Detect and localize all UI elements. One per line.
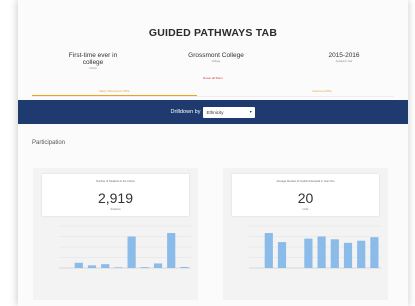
- bar: [87, 265, 97, 269]
- tab-early-momentum[interactable]: Early Momentum KPIs: [32, 87, 197, 96]
- page-title: GUIDED PATHWAYS TAB: [148, 27, 278, 39]
- bar: [180, 266, 189, 268]
- kpi-title: Number of Students in the Cohort: [96, 180, 135, 183]
- reset-filters-link[interactable]: Reset all filters: [18, 76, 408, 80]
- bar: [153, 263, 163, 268]
- filter-cohort-value: First-time ever in college: [68, 52, 118, 66]
- filter-college[interactable]: Grossmont College College: [181, 52, 251, 63]
- filter-cohort[interactable]: First-time ever in college Cohort: [58, 52, 128, 70]
- chevron-down-icon: ▼: [249, 110, 253, 114]
- kpi-title: Average Number of Credits Attempted in Y…: [276, 180, 335, 183]
- tab-outcome[interactable]: Outcome KPIs: [252, 87, 392, 95]
- bar: [101, 264, 110, 268]
- filter-academic-year-value: 2015-2016: [328, 52, 360, 59]
- drilldown-bar: Drilldown by Ethnicity ▼: [18, 100, 408, 124]
- kpi-header: Number of Students in the Cohort 2,919 S…: [42, 174, 189, 216]
- drilldown-selected-value: Ethnicity: [206, 109, 224, 115]
- filter-academic-year-label: Academic Year: [335, 60, 353, 63]
- section-title: Participation: [32, 140, 66, 146]
- tab-bar: Early Momentum KPIs Outcome KPIs: [32, 87, 394, 97]
- drilldown-select[interactable]: Ethnicity ▼: [203, 106, 256, 118]
- bar: [317, 236, 326, 268]
- filter-cohort-label: Cohort: [89, 67, 97, 70]
- bar-chart: [59, 225, 191, 269]
- kpi-value: 20: [297, 190, 314, 206]
- kpi-unit: Students: [110, 208, 121, 211]
- kpi-header: Average Number of Credits Attempted in Y…: [232, 174, 379, 216]
- bar: [140, 267, 149, 269]
- bar: [370, 237, 379, 268]
- dashboard-frame: GUIDED PATHWAYS TAB First-time ever in c…: [18, 0, 408, 306]
- bar-chart: [249, 225, 381, 269]
- kpi-value: 2,919: [97, 190, 134, 206]
- filter-college-value: Grossmont College: [188, 52, 244, 59]
- kpi-unit: Units: [302, 208, 309, 211]
- card-avg-credits-attempted: Average Number of Credits Attempted in Y…: [223, 168, 388, 300]
- bar: [114, 267, 123, 268]
- bar: [304, 238, 313, 268]
- bar: [357, 240, 366, 268]
- filter-academic-year[interactable]: 2015-2016 Academic Year: [314, 52, 374, 63]
- bar: [74, 262, 83, 268]
- bar: [343, 242, 353, 268]
- bar: [277, 242, 287, 268]
- filter-college-label: College: [211, 60, 221, 63]
- drilldown-label: Drilldown by: [170, 109, 201, 115]
- bar: [127, 236, 136, 268]
- bar: [167, 233, 176, 268]
- bar: [330, 239, 339, 268]
- card-students-in-cohort: Number of Students in the Cohort 2,919 S…: [33, 168, 198, 300]
- bar: [264, 233, 273, 268]
